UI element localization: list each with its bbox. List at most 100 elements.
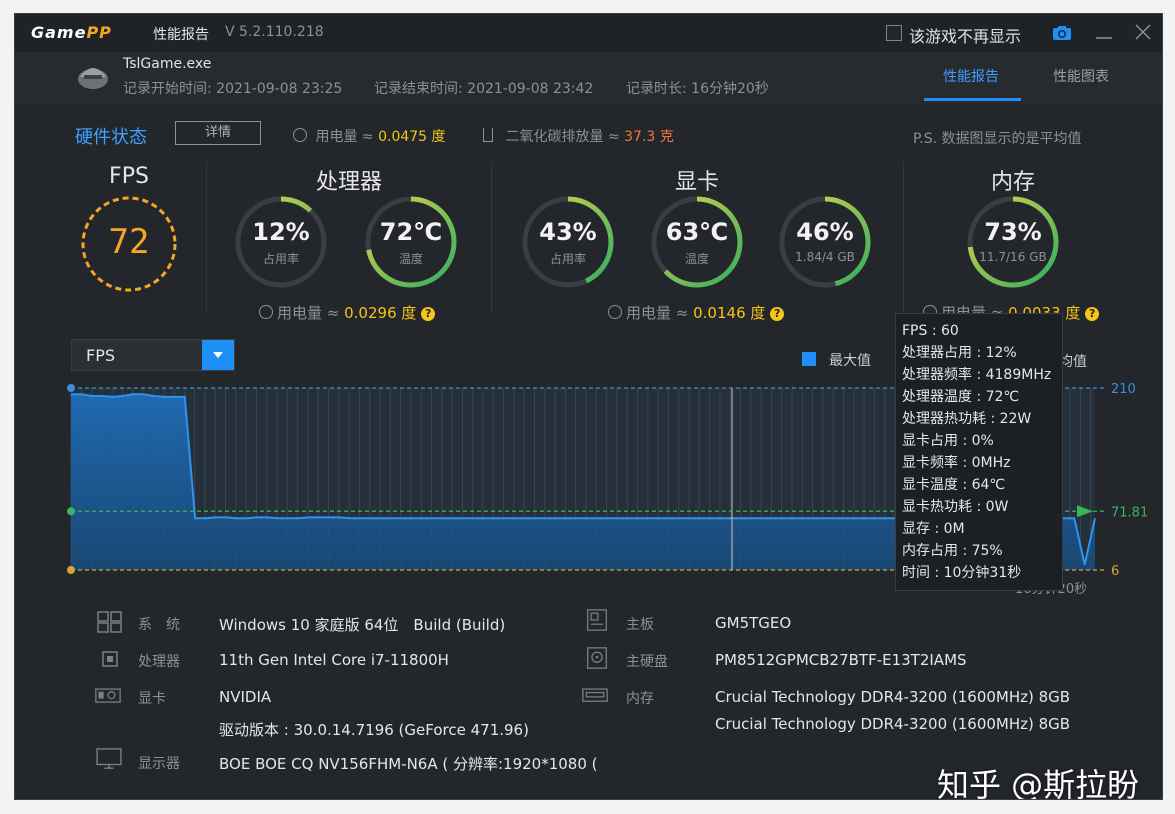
gauge-label: 占用率: [549, 252, 586, 266]
record-end: 记录结束时间: 2021-09-08 23:42: [374, 81, 594, 97]
title-bar: GamePP 性能报告 V 5.2.110.218 该游戏不再显示: [15, 14, 1162, 52]
cpu-icon: [102, 651, 118, 667]
metric-select[interactable]: FPS: [71, 339, 235, 371]
os-label: 系 统: [138, 617, 180, 633]
legend-max-label: 最大值: [829, 353, 871, 369]
tooltip-line: 处理器频率 : 4189MHz: [902, 367, 1052, 383]
help-icon[interactable]: ?: [1085, 307, 1100, 321]
section-divider: [206, 162, 207, 312]
tooltip-line: 处理器温度 : 72℃: [902, 389, 1020, 405]
zhihu-watermark: 知乎 @斯拉盼: [937, 766, 1140, 800]
total-power: 用电量 ≈ 0.0475 度: [293, 126, 446, 146]
dropdown-arrow[interactable]: [202, 340, 234, 370]
mem-usage-gauge: 73% 11.7/16 GB: [965, 194, 1061, 290]
driver-value: 驱动版本 : 30.0.14.7196 (GeForce 471.96): [219, 721, 529, 739]
no-show-label[interactable]: 该游戏不再显示: [909, 23, 1021, 47]
tooltip-line: 显卡热功耗 : 0W: [902, 499, 1009, 515]
app-window: GamePP 性能报告 V 5.2.110.218 该游戏不再显示 TslGam…: [14, 13, 1163, 800]
record-start: 记录开始时间: 2021-09-08 23:25: [123, 81, 343, 97]
co2-icon: [483, 128, 493, 142]
gauge-value: 73%: [984, 218, 1042, 246]
cpu-label: 处理器: [138, 654, 180, 670]
gpu-icon: [95, 688, 121, 703]
cpu-power: 用电量 ≈ 0.0296 度 ?: [259, 302, 436, 323]
board-value: GM5TGEO: [715, 614, 792, 632]
gamepp-logo: GamePP: [31, 23, 112, 42]
tooltip-line: FPS : 60: [902, 323, 959, 339]
fps-value: 72: [108, 222, 150, 262]
gpu-usage-gauge: 43% 占用率: [520, 194, 616, 290]
tooltip-line: 处理器热功耗 : 22W: [902, 411, 1032, 427]
windows-icon: [97, 611, 122, 633]
average-note: P.S. 数据图显示的是平均值: [913, 131, 1082, 147]
ram-value-1: Crucial Technology DDR4-3200 (1600MHz) 8…: [715, 688, 1071, 706]
monitor-value: BOE BOE CQ NV156FHM-N6A ( 分辨率:1920*1080 …: [219, 755, 598, 773]
gauge-value: 63℃: [665, 218, 729, 246]
chart-tooltip: FPS : 60 处理器占用 : 12% 处理器频率 : 4189MHz 处理器温度 …: [895, 313, 1063, 591]
tooltip-line: 显存 : 0M: [902, 521, 965, 537]
camera-icon[interactable]: [1052, 25, 1072, 41]
os-value: Windows 10 家庭版 64位 Build (Build): [219, 616, 506, 634]
gpu-vram-gauge: 46% 1.84/4 GB: [777, 194, 873, 290]
power-icon: [293, 128, 307, 142]
min-line-dot: [67, 566, 75, 574]
game-icon: [78, 68, 108, 89]
tooltip-line: 显卡频率 : 0MHz: [902, 455, 1011, 471]
no-show-checkbox[interactable]: [886, 25, 902, 41]
legend-max-swatch: [802, 352, 816, 366]
window-title: 性能报告: [153, 27, 209, 43]
co2-emission: 二氧化碳排放量 ≈ 37.3 克: [483, 126, 674, 146]
power-icon: [259, 305, 273, 319]
help-icon[interactable]: ?: [770, 307, 785, 321]
avg-line-dot: [67, 507, 75, 516]
record-duration: 记录时长: 16分钟20秒: [626, 81, 769, 97]
minimize-icon[interactable]: [1094, 22, 1114, 42]
section-divider: [491, 162, 492, 312]
metric-select-value: FPS: [86, 346, 116, 365]
cpu-title: 处理器: [315, 170, 382, 195]
power-icon: [608, 305, 622, 319]
tab-report[interactable]: 性能报告: [943, 66, 999, 86]
avg-label: 71.81: [1111, 505, 1148, 520]
memory-icon: [582, 688, 608, 702]
gauge-label: 11.7/16 GB: [979, 250, 1047, 264]
hardware-status-title: 硬件状态: [75, 127, 147, 148]
tooltip-line: 显卡占用 : 0%: [902, 433, 994, 449]
gauge-label: 温度: [684, 252, 709, 266]
gauge-value: 72℃: [379, 218, 443, 246]
chevron-down-icon: [213, 352, 223, 358]
version-label: V 5.2.110.218: [225, 24, 324, 40]
game-name: TslGame.exe: [123, 56, 212, 72]
gauge-label: 1.84/4 GB: [795, 250, 855, 264]
tooltip-line: 时间 : 10分钟31秒: [902, 565, 1022, 581]
gpu-title: 显卡: [674, 170, 719, 195]
gpu-temp-gauge: 63℃ 温度: [649, 194, 745, 290]
active-tab-indicator: [924, 98, 1021, 101]
session-header: TslGame.exe 记录开始时间: 2021-09-08 23:25 记录结…: [15, 52, 1162, 104]
gpu-power: 用电量 ≈ 0.0146 度 ?: [608, 302, 785, 323]
legend-avg-label: 均值: [1059, 354, 1087, 370]
fps-title: FPS: [109, 164, 149, 189]
tooltip-line: 内存占用 : 75%: [902, 543, 1003, 559]
tooltip-line: 显卡温度 : 64℃: [902, 477, 1006, 493]
disk-label: 主硬盘: [626, 654, 668, 670]
gauge-label: 温度: [398, 252, 423, 266]
hard-disk-icon: [587, 647, 607, 669]
help-icon[interactable]: ?: [421, 307, 436, 321]
gauge-value: 43%: [539, 218, 597, 246]
detail-button[interactable]: 详情: [175, 121, 261, 145]
mem-title: 内存: [990, 170, 1035, 195]
cpu-temp-gauge: 72℃ 温度: [363, 194, 459, 290]
gpu-value: NVIDIA: [219, 688, 272, 706]
close-icon[interactable]: [1133, 22, 1153, 42]
gauge-value: 46%: [796, 218, 854, 246]
motherboard-icon: [587, 609, 607, 631]
tooltip-line: 处理器占用 : 12%: [902, 345, 1017, 361]
ram-label: 内存: [626, 691, 654, 707]
ram-value-2: Crucial Technology DDR4-3200 (1600MHz) 8…: [715, 715, 1071, 733]
cpu-usage-gauge: 12% 占用率: [233, 194, 329, 290]
max-line-dot: [67, 384, 75, 392]
monitor-label: 显示器: [138, 756, 180, 772]
tab-charts[interactable]: 性能图表: [1053, 66, 1109, 86]
board-label: 主板: [626, 617, 654, 633]
